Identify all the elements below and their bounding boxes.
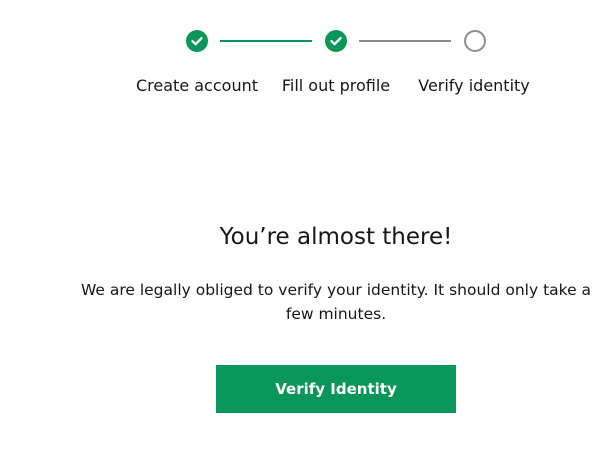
description-line-2: few minutes. [285, 305, 387, 323]
description-line-1: We are legally obliged to verify your id… [80, 281, 592, 299]
step-label-create-account: Create account [136, 76, 258, 95]
step-3-empty-circle-icon [464, 30, 486, 52]
step-connector-1 [220, 40, 312, 42]
step-connector-2 [359, 40, 451, 42]
verification-description: We are legally obliged to verify your id… [80, 278, 592, 326]
step-label-verify-identity: Verify identity [418, 76, 530, 95]
page-heading: You’re almost there! [219, 224, 453, 250]
verify-identity-button[interactable]: Verify Identity [216, 365, 456, 413]
progress-stepper: Create account Fill out profile Verify i… [0, 0, 592, 110]
step-1-checkmark-icon [186, 30, 208, 52]
step-label-fill-out-profile: Fill out profile [281, 76, 391, 95]
step-2-checkmark-icon [325, 30, 347, 52]
